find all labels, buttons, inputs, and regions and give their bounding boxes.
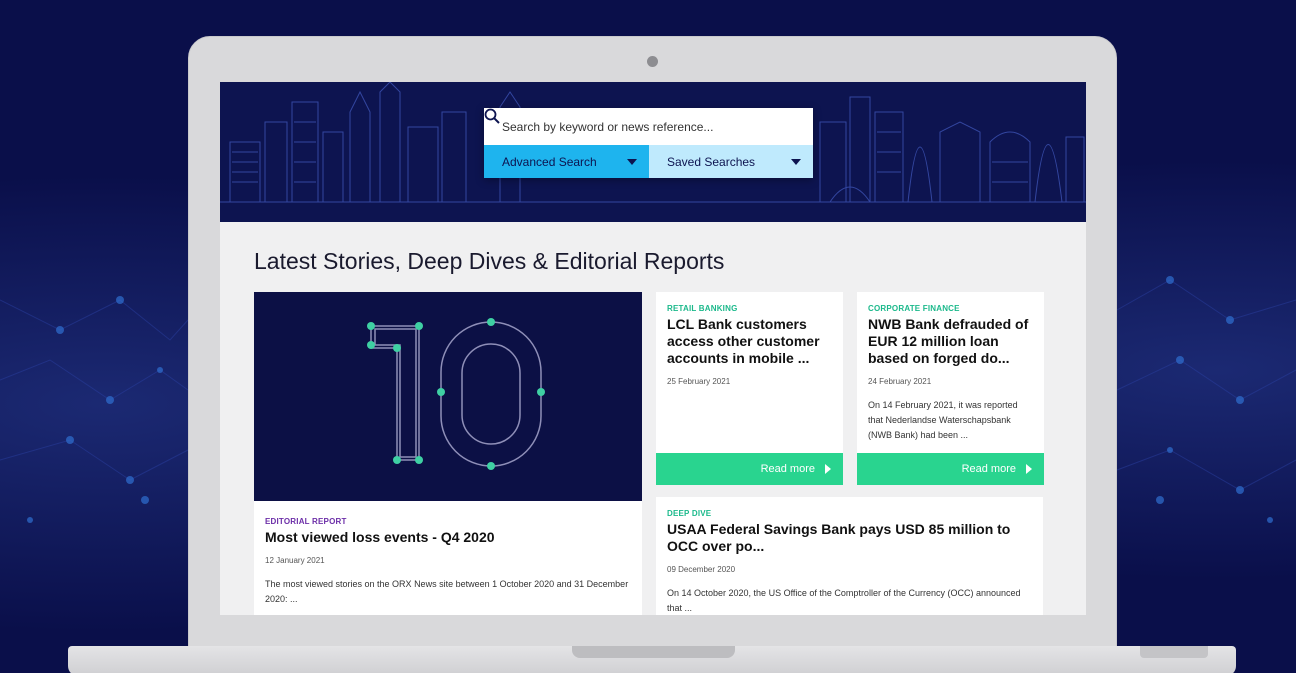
story-card-body: DEEP DIVE USAA Federal Savings Bank pays… bbox=[656, 497, 1043, 615]
story-title[interactable]: LCL Bank customers access other customer… bbox=[667, 316, 832, 367]
story-date: 24 February 2021 bbox=[868, 377, 932, 386]
advanced-search-label: Advanced Search bbox=[502, 154, 597, 169]
story-card-body: CORPORATE FINANCE NWB Bank defrauded of … bbox=[857, 292, 1044, 455]
story-title[interactable]: NWB Bank defrauded of EUR 12 million loa… bbox=[868, 316, 1033, 367]
search-input-row bbox=[484, 108, 813, 145]
story-summary: On 14 October 2020, the US Office of the… bbox=[667, 588, 1021, 613]
saved-searches-label: Saved Searches bbox=[667, 154, 756, 169]
number-ten-graphic bbox=[367, 318, 545, 470]
story-card-retail-banking[interactable]: RETAIL BANKING LCL Bank customers access… bbox=[656, 292, 843, 485]
laptop-screen: Advanced Search Saved Searches Latest St… bbox=[220, 82, 1086, 615]
feature-category: EDITORIAL REPORT bbox=[265, 517, 347, 526]
feature-date: 12 January 2021 bbox=[265, 556, 325, 565]
story-category: DEEP DIVE bbox=[667, 509, 712, 518]
story-category: CORPORATE FINANCE bbox=[868, 304, 960, 313]
feature-card-body: EDITORIAL REPORT Most viewed loss events… bbox=[254, 501, 642, 615]
story-title[interactable]: USAA Federal Savings Bank pays USD 85 mi… bbox=[667, 521, 1032, 555]
advanced-search-button[interactable]: Advanced Search bbox=[484, 145, 649, 178]
webcam bbox=[647, 56, 658, 67]
chevron-down-icon bbox=[791, 158, 801, 165]
header-banner: Advanced Search Saved Searches bbox=[220, 82, 1086, 222]
feature-title[interactable]: Most viewed loss events - Q4 2020 bbox=[265, 529, 631, 546]
arrow-right-icon bbox=[1026, 464, 1032, 474]
read-more-label: Read more bbox=[760, 463, 815, 475]
story-date: 09 December 2020 bbox=[667, 565, 736, 574]
story-card-body: RETAIL BANKING LCL Bank customers access… bbox=[656, 292, 843, 410]
laptop-tab bbox=[1140, 646, 1208, 658]
feature-image bbox=[254, 292, 642, 501]
feature-summary: The most viewed stories on the ORX News … bbox=[265, 579, 629, 604]
story-date: 25 February 2021 bbox=[667, 377, 731, 386]
feature-card[interactable]: EDITORIAL REPORT Most viewed loss events… bbox=[254, 292, 642, 615]
section-title: Latest Stories, Deep Dives & Editorial R… bbox=[254, 248, 725, 274]
chevron-down-icon bbox=[627, 158, 637, 165]
search-icon[interactable] bbox=[484, 108, 500, 124]
search-input[interactable] bbox=[502, 119, 762, 134]
read-more-button[interactable]: Read more bbox=[656, 453, 843, 485]
story-card-deep-dive[interactable]: DEEP DIVE USAA Federal Savings Bank pays… bbox=[656, 497, 1043, 615]
laptop-notch bbox=[572, 646, 735, 658]
saved-searches-button[interactable]: Saved Searches bbox=[649, 145, 813, 178]
read-more-button[interactable]: Read more bbox=[857, 453, 1044, 485]
search-widget: Advanced Search Saved Searches bbox=[484, 108, 813, 178]
story-summary: On 14 February 2021, it was reported tha… bbox=[868, 400, 1018, 440]
search-tabs: Advanced Search Saved Searches bbox=[484, 145, 813, 178]
arrow-right-icon bbox=[825, 464, 831, 474]
read-more-label: Read more bbox=[961, 463, 1016, 475]
story-card-corporate-finance[interactable]: CORPORATE FINANCE NWB Bank defrauded of … bbox=[857, 292, 1044, 485]
story-category: RETAIL BANKING bbox=[667, 304, 738, 313]
